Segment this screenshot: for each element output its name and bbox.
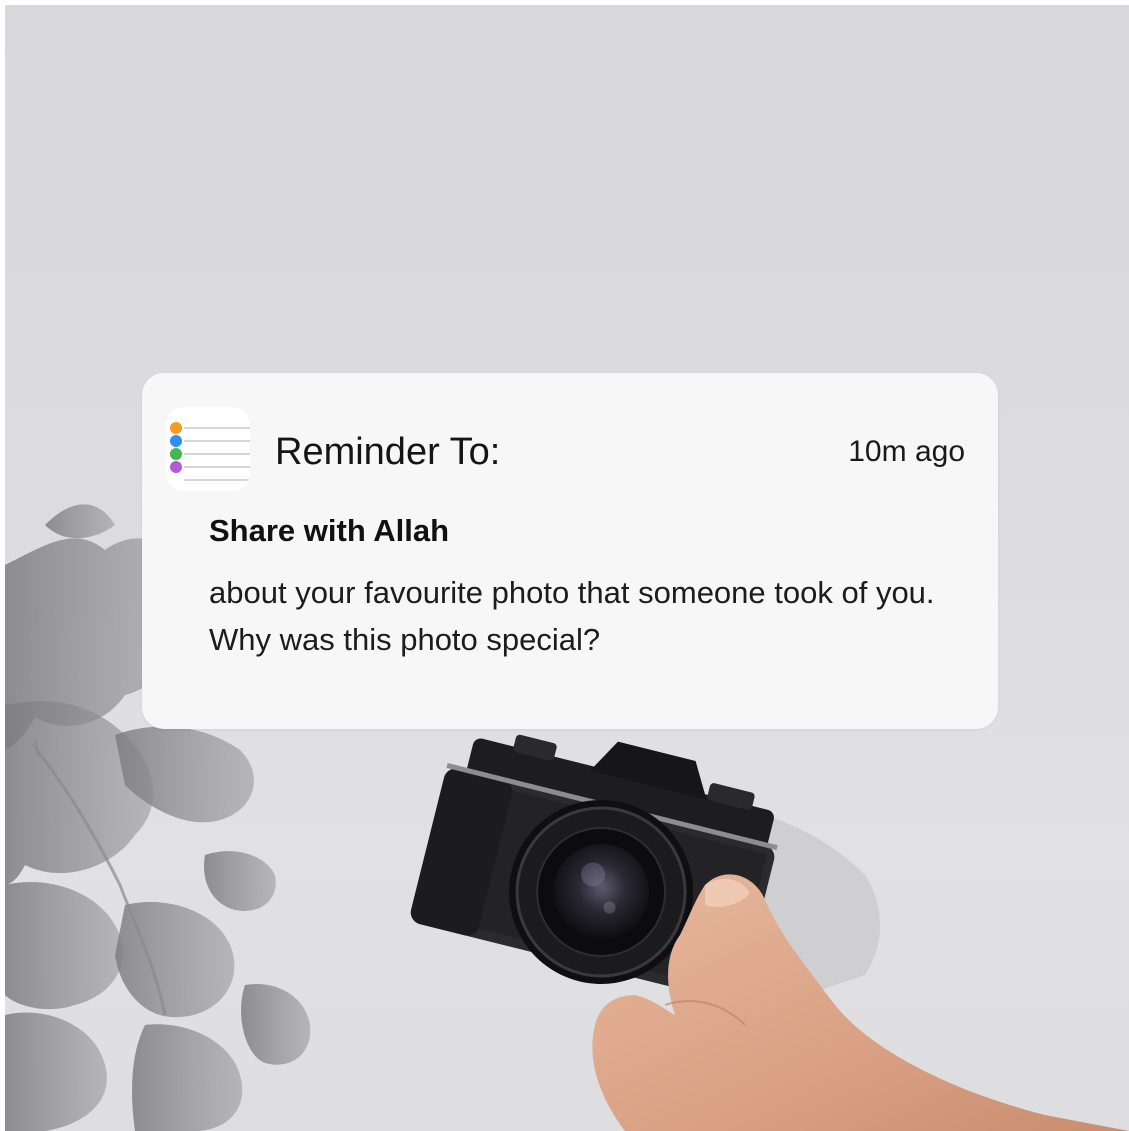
background-photo: Reminder To: 10m ago Share with Allah ab… [5,5,1129,1131]
notification-timestamp: 10m ago [848,435,965,468]
green-dot-icon [170,448,182,460]
notification-title: Share with Allah [209,513,450,548]
purple-dot-icon [170,461,182,473]
blue-dot-icon [170,435,182,447]
notification-body: about your favourite photo that someone … [209,575,935,657]
notification-card[interactable]: Reminder To: 10m ago Share with Allah ab… [142,373,998,729]
orange-dot-icon [170,422,182,434]
reminders-list-icon [166,407,250,491]
notification-app-name: Reminder To: [275,431,501,473]
